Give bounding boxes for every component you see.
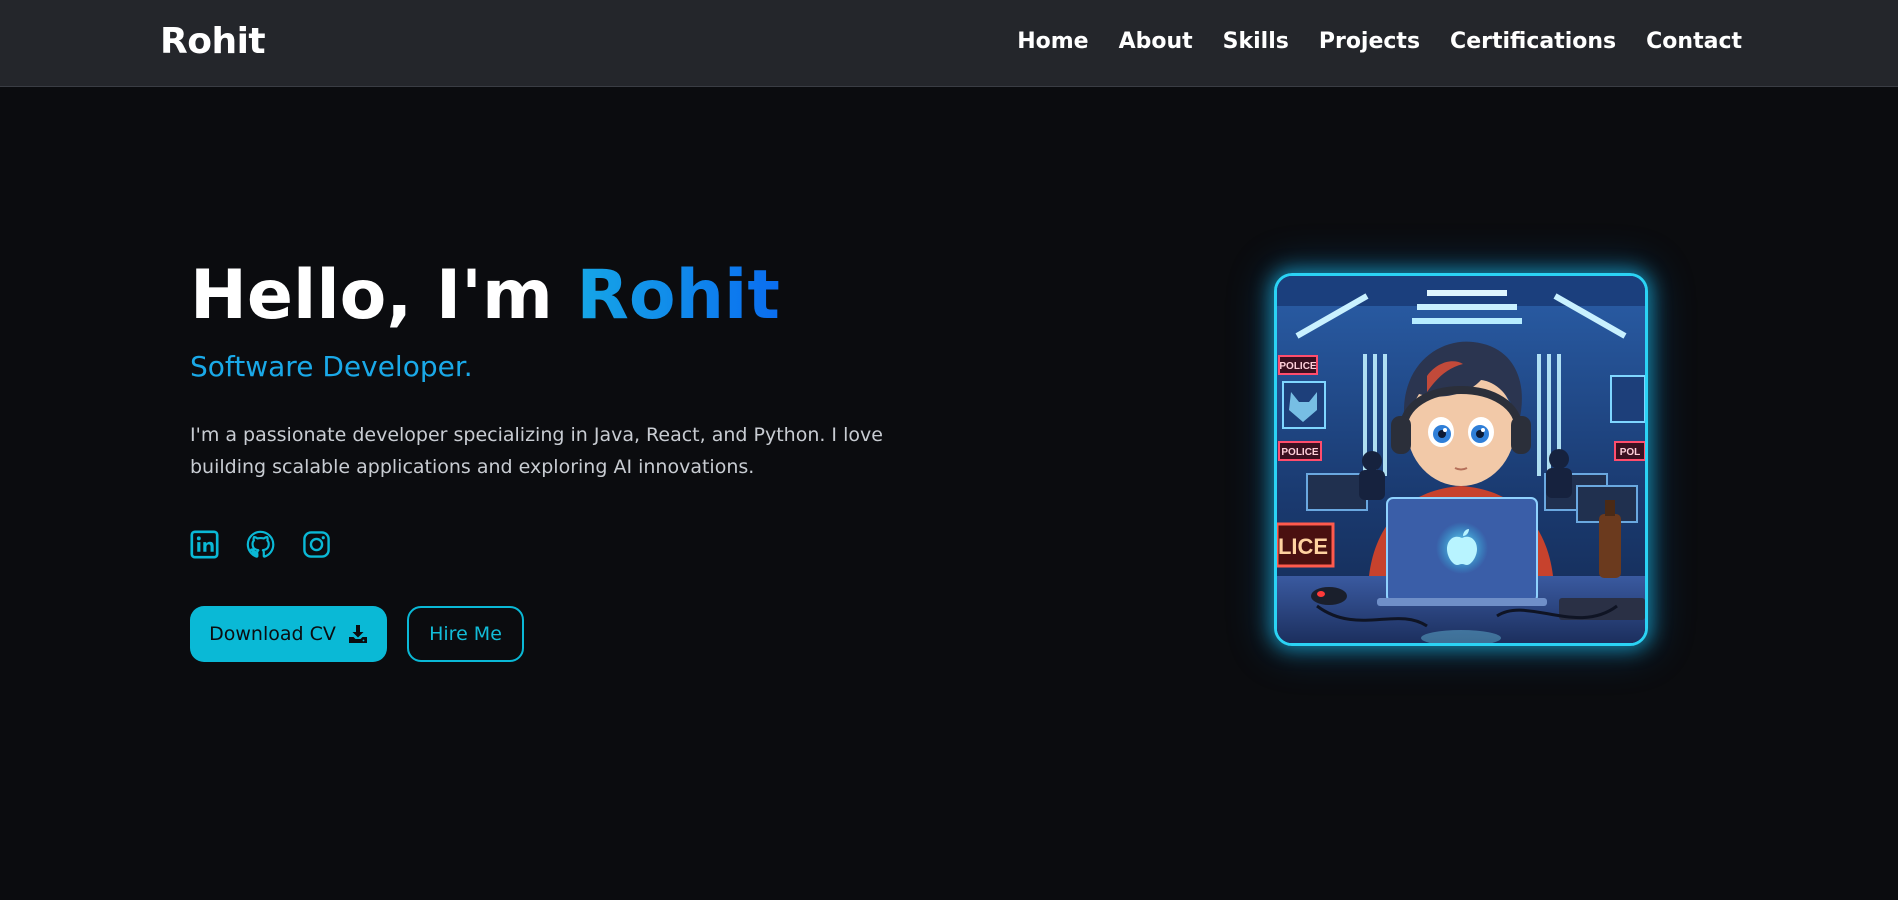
brand-logo[interactable]: Rohit — [160, 21, 266, 62]
avatar-illustration: POLICE POLICE POL LICE — [1277, 276, 1645, 643]
hero-name: Rohit — [576, 256, 780, 335]
nav-link-projects[interactable]: Projects — [1319, 29, 1420, 54]
nav-link-contact[interactable]: Contact — [1646, 29, 1742, 54]
instagram-icon — [303, 531, 330, 558]
police-sign-text: POLICE — [1281, 447, 1319, 458]
download-icon — [348, 625, 367, 643]
profile-avatar: POLICE POLICE POL LICE — [1274, 273, 1648, 646]
hero-section: Hello, I'm Rohit Software Developer. I'm… — [190, 255, 950, 502]
nav-link-skills[interactable]: Skills — [1223, 29, 1289, 54]
download-cv-label: Download CV — [209, 623, 336, 645]
hero-description: I'm a passionate developer specializing … — [190, 424, 883, 478]
nav-link-about[interactable]: About — [1119, 29, 1193, 54]
download-cv-button[interactable]: Download CV — [190, 606, 387, 662]
hero-role: Software Developer. — [190, 350, 473, 383]
instagram-link[interactable] — [302, 530, 331, 559]
police-sign-text: LICE — [1278, 534, 1328, 559]
hero-greeting: Hello, I'm — [190, 256, 553, 335]
police-sign-text: POLICE — [1279, 361, 1317, 372]
linkedin-icon — [190, 530, 219, 559]
navbar: Rohit Home About Skills Projects Certifi… — [0, 0, 1898, 87]
github-icon — [246, 530, 275, 558]
hero-title: Hello, I'm Rohit — [190, 255, 950, 337]
hire-me-button[interactable]: Hire Me — [407, 606, 524, 662]
nav-link-certifications[interactable]: Certifications — [1450, 29, 1616, 54]
linkedin-link[interactable] — [190, 530, 219, 559]
nav-links: Home About Skills Projects Certification… — [1017, 29, 1742, 54]
github-link[interactable] — [246, 530, 275, 559]
police-sign-text: POL — [1620, 447, 1641, 458]
nav-link-home[interactable]: Home — [1017, 29, 1088, 54]
social-links — [190, 530, 331, 559]
